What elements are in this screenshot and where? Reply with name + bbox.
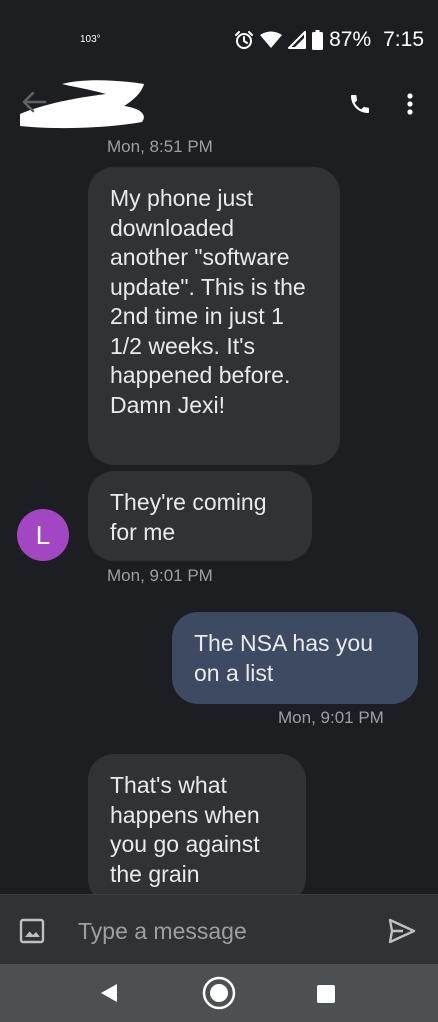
image-icon[interactable] (18, 917, 46, 945)
clock: 7:15 (383, 28, 424, 51)
incoming-message-bubble[interactable]: They're coming for me (88, 471, 312, 561)
status-icons: 87% 7:15 (234, 26, 424, 54)
more-options-button[interactable] (392, 84, 428, 124)
back-button[interactable] (14, 84, 54, 120)
send-icon[interactable] (386, 915, 418, 947)
battery-icon (312, 30, 324, 50)
battery-percentage: 87% (329, 28, 372, 51)
avatar-initial: L (35, 519, 51, 550)
compose-bar (0, 894, 438, 964)
message-thread[interactable]: Mon, 8:51 PM My phone just downloaded an… (0, 134, 438, 894)
system-navigation-bar (0, 964, 438, 1022)
signal-icon (288, 31, 307, 49)
nav-back-icon[interactable] (97, 981, 121, 1005)
call-button[interactable] (340, 84, 380, 124)
message-timestamp: Mon, 8:51 PM (107, 137, 213, 156)
more-vertical-icon (407, 93, 413, 115)
contact-avatar[interactable]: L (17, 509, 69, 561)
wifi-icon (260, 31, 283, 48)
temperature-indicator: 103° (80, 34, 101, 45)
message-timestamp: Mon, 9:01 PM (107, 566, 213, 585)
message-timestamp: Mon, 9:01 PM (278, 708, 384, 727)
incoming-message-bubble[interactable]: My phone just downloaded another "softwa… (88, 167, 340, 465)
nav-home-icon[interactable] (202, 976, 236, 1010)
arrow-left-icon (22, 91, 47, 113)
conversation-app-bar (0, 62, 438, 134)
phone-icon (351, 95, 369, 113)
alarm-icon (235, 31, 254, 49)
incoming-message-bubble[interactable]: That's what happens when you go against … (88, 754, 306, 894)
outgoing-message-bubble[interactable]: The NSA has you on a list (172, 612, 418, 704)
message-input[interactable] (78, 911, 368, 951)
nav-recents-icon[interactable] (316, 984, 336, 1004)
